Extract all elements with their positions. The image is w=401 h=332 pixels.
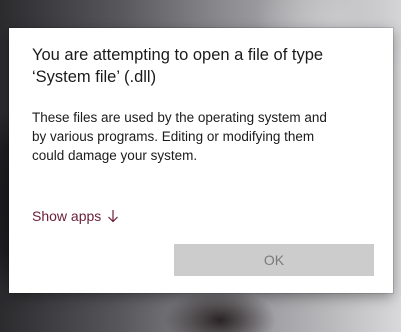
open-file-dialog: You are attempting to open a file of typ…	[9, 28, 393, 293]
dialog-title-line-1: You are attempting to open a file of typ…	[32, 46, 324, 64]
dialog-message-line-3: could damage your system.	[32, 148, 198, 163]
arrow-down-icon	[108, 210, 119, 223]
show-apps-link[interactable]: Show apps	[32, 207, 119, 225]
dialog-message: These files are used by the operating sy…	[32, 108, 352, 165]
show-apps-label: Show apps	[32, 208, 102, 224]
dialog-title: You are attempting to open a file of typ…	[32, 44, 372, 88]
dialog-message-line-2: by various programs. Editing or modifyin…	[32, 129, 315, 144]
dialog-title-line-2: ‘System file’ (.dll)	[32, 68, 157, 86]
dialog-message-line-1: These files are used by the operating sy…	[32, 110, 327, 125]
ok-button[interactable]: OK	[174, 244, 374, 276]
